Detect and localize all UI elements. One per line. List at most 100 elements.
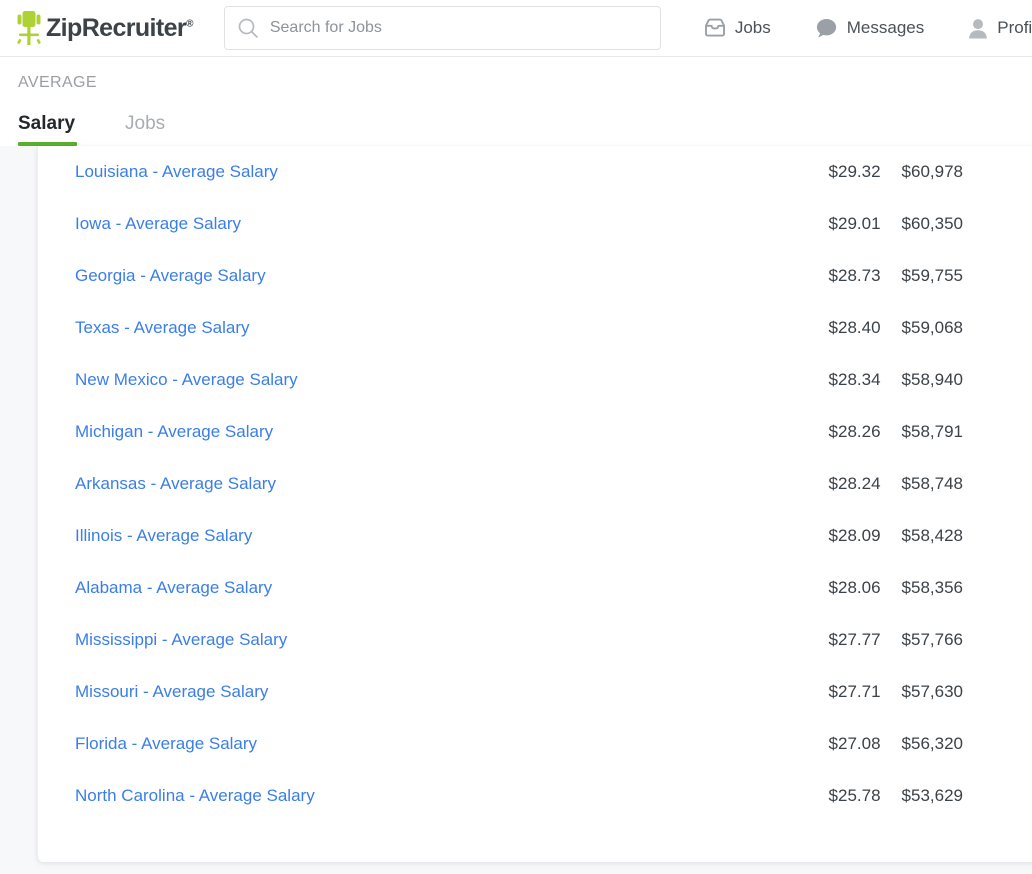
table-row: Louisiana - Average Salary $29.32 $60,978 — [38, 146, 1032, 198]
hourly-rate: $28.09 — [828, 526, 881, 545]
state-salary-link[interactable]: Iowa - Average Salary — [75, 214, 241, 233]
annual-salary: $58,791 — [901, 422, 963, 441]
nav-label-jobs: Jobs — [734, 18, 771, 37]
table-cell-name: Florida - Average Salary — [38, 718, 744, 770]
content-area: Louisiana - Average Salary $29.32 $60,978 I… — [0, 146, 1032, 874]
annual-salary: $60,350 — [901, 214, 963, 233]
hourly-rate: $27.08 — [828, 734, 881, 753]
annual-salary: $58,428 — [901, 526, 963, 545]
table-cell-hourly: $28.06 — [744, 562, 881, 614]
speech-bubble-icon — [816, 18, 836, 38]
state-salary-link[interactable]: Florida - Average Salary — [75, 734, 257, 753]
hourly-rate: $29.32 — [828, 162, 881, 181]
hourly-rate: $28.40 — [828, 318, 881, 337]
table-cell-annual: $59,755 — [881, 250, 1032, 302]
table-cell-hourly: $28.40 — [744, 302, 881, 354]
hourly-rate: $28.34 — [828, 370, 881, 389]
hourly-rate: $27.77 — [828, 630, 881, 649]
state-salary-link[interactable]: North Carolina - Average Salary — [75, 786, 315, 805]
table-cell-hourly: $27.77 — [744, 614, 881, 666]
state-salary-link[interactable]: Illinois - Average Salary — [75, 526, 252, 545]
state-salary-link[interactable]: Louisiana - Average Salary — [75, 162, 278, 181]
table-row: Iowa - Average Salary $29.01 $60,350 — [38, 198, 1032, 250]
tab-salary[interactable]: Salary — [18, 114, 78, 146]
annual-salary: $60,978 — [901, 162, 963, 181]
table-cell-hourly: $28.24 — [744, 458, 881, 510]
table-cell-annual: $58,356 — [881, 562, 1032, 614]
table-row: New Mexico - Average Salary $28.34 $58,940 — [38, 354, 1032, 406]
hourly-rate: $28.24 — [828, 474, 881, 493]
annual-salary: $59,068 — [901, 318, 963, 337]
state-salary-link[interactable]: Alabama - Average Salary — [75, 578, 272, 597]
table-cell-name: North Carolina - Average Salary — [38, 770, 744, 822]
nav-label-profile: Profile — [997, 18, 1032, 37]
table-row: Mississippi - Average Salary $27.77 $57,76… — [38, 614, 1032, 666]
table-cell-hourly: $28.09 — [744, 510, 881, 562]
search-box[interactable] — [223, 6, 661, 50]
state-salary-link[interactable]: Missouri - Average Salary — [75, 682, 268, 701]
table-cell-hourly: $27.08 — [744, 718, 881, 770]
header-nav: Jobs Messages Profile — [704, 18, 1032, 39]
nav-item-jobs[interactable]: Jobs — [704, 18, 771, 38]
tab-jobs[interactable]: Jobs — [125, 114, 165, 146]
table-row: Arkansas - Average Salary $28.24 $58,748 — [38, 458, 1032, 510]
section-eyebrow: AVERAGE — [18, 74, 97, 91]
table-row: Texas - Average Salary $28.40 $59,068 — [38, 302, 1032, 354]
table-row: Alabama - Average Salary $28.06 $58,356 — [38, 562, 1032, 614]
section-tabs-strip: AVERAGE Salary Jobs — [0, 57, 1032, 146]
table-cell-annual: $58,428 — [881, 510, 1032, 562]
hourly-rate: $28.06 — [828, 578, 881, 597]
annual-salary: $59,755 — [901, 266, 963, 285]
state-salary-link[interactable]: New Mexico - Average Salary — [75, 370, 298, 389]
table-cell-name: Alabama - Average Salary — [38, 562, 744, 614]
hourly-rate: $27.71 — [828, 682, 881, 701]
state-salary-link[interactable]: Arkansas - Average Salary — [75, 474, 276, 493]
brand-wordmark: ZipRecruiter® — [46, 13, 193, 42]
hourly-rate: $28.26 — [828, 422, 881, 441]
salary-table-body: Louisiana - Average Salary $29.32 $60,978 I… — [38, 146, 1032, 822]
table-cell-name: Georgia - Average Salary — [38, 250, 744, 302]
table-cell-hourly: $29.01 — [744, 198, 881, 250]
nav-item-profile[interactable]: Profile — [968, 18, 1032, 39]
table-cell-name: Mississippi - Average Salary — [38, 614, 744, 666]
table-cell-name: Illinois - Average Salary — [38, 510, 744, 562]
annual-salary: $56,320 — [901, 734, 963, 753]
state-salary-link[interactable]: Georgia - Average Salary — [75, 266, 266, 285]
search-icon — [238, 18, 258, 38]
table-cell-annual: $57,766 — [881, 614, 1032, 666]
table-cell-annual: $60,978 — [881, 146, 1032, 198]
table-cell-annual: $60,350 — [881, 198, 1032, 250]
table-cell-hourly: $28.26 — [744, 406, 881, 458]
state-salary-link[interactable]: Mississippi - Average Salary — [75, 630, 287, 649]
table-row: Michigan - Average Salary $28.26 $58,791 — [38, 406, 1032, 458]
table-cell-hourly: $28.73 — [744, 250, 881, 302]
hourly-rate: $29.01 — [828, 214, 881, 233]
state-salary-link[interactable]: Texas - Average Salary — [75, 318, 250, 337]
tab-list: Salary Jobs — [18, 106, 1032, 146]
search-input[interactable] — [269, 19, 648, 37]
table-cell-name: Michigan - Average Salary — [38, 406, 744, 458]
table-cell-annual: $58,940 — [881, 354, 1032, 406]
ziprecruiter-logo[interactable]: ZipRecruiter® — [14, 9, 193, 47]
table-row: Florida - Average Salary $27.08 $56,320 — [38, 718, 1032, 770]
table-cell-hourly: $25.78 — [744, 770, 881, 822]
annual-salary: $53,629 — [901, 786, 963, 805]
table-cell-name: Louisiana - Average Salary — [38, 146, 744, 198]
table-cell-name: Arkansas - Average Salary — [38, 458, 744, 510]
table-cell-hourly: $29.32 — [744, 146, 881, 198]
table-row: North Carolina - Average Salary $25.78 $53… — [38, 770, 1032, 822]
annual-salary: $58,748 — [901, 474, 963, 493]
nav-item-messages[interactable]: Messages — [815, 18, 924, 39]
registered-mark: ® — [186, 18, 193, 30]
annual-salary: $57,630 — [901, 682, 963, 701]
table-cell-annual: $53,629 — [881, 770, 1032, 822]
table-cell-name: Iowa - Average Salary — [38, 198, 744, 250]
salary-table: Louisiana - Average Salary $29.32 $60,978 I… — [38, 146, 1032, 822]
table-cell-name: Texas - Average Salary — [38, 302, 744, 354]
salary-table-card: Louisiana - Average Salary $29.32 $60,978 I… — [37, 146, 1032, 862]
table-cell-annual: $59,068 — [881, 302, 1032, 354]
state-salary-link[interactable]: Michigan - Average Salary — [75, 422, 273, 441]
table-cell-name: New Mexico - Average Salary — [38, 354, 744, 406]
nav-label-messages: Messages — [846, 18, 925, 37]
table-row: Georgia - Average Salary $28.73 $59,755 — [38, 250, 1032, 302]
